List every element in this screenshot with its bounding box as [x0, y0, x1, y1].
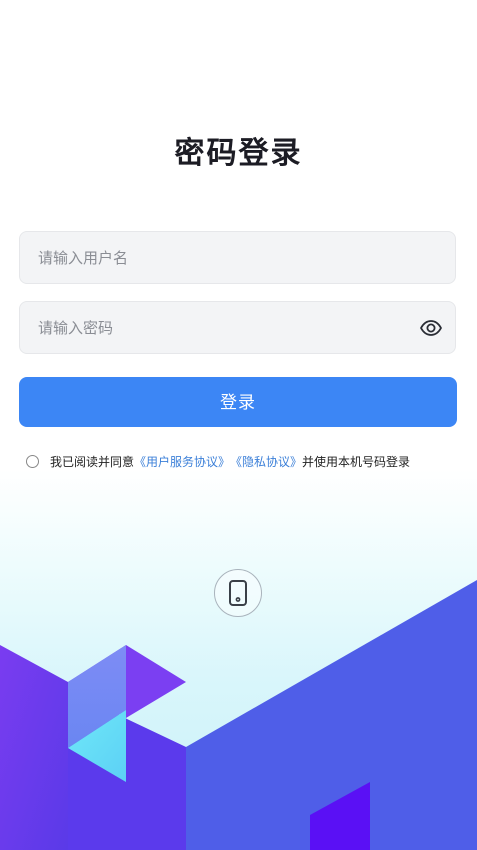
password-input[interactable] — [20, 302, 418, 353]
username-field[interactable] — [19, 231, 456, 284]
mobile-phone-icon — [229, 580, 247, 606]
phone-login-button[interactable] — [214, 569, 262, 617]
eye-icon[interactable] — [419, 316, 443, 340]
login-page: 密码登录 登录 我已阅读并同意 《用户服务协议》 《隐私协议》 并使用本机号码登… — [0, 0, 477, 850]
agreement-suffix: 并使用本机号码登录 — [302, 454, 411, 469]
login-button[interactable]: 登录 — [19, 377, 457, 427]
agreement-radio[interactable] — [26, 454, 39, 468]
agreement-row: 我已阅读并同意 《用户服务协议》 《隐私协议》 并使用本机号码登录 — [26, 451, 410, 471]
privacy-agreement-link[interactable]: 《隐私协议》 — [230, 453, 302, 470]
username-input[interactable] — [20, 232, 418, 283]
service-agreement-link[interactable]: 《用户服务协议》 — [134, 453, 230, 470]
agreement-prefix: 我已阅读并同意 — [50, 454, 135, 469]
password-field[interactable] — [19, 301, 456, 354]
page-title: 密码登录 — [174, 136, 303, 171]
